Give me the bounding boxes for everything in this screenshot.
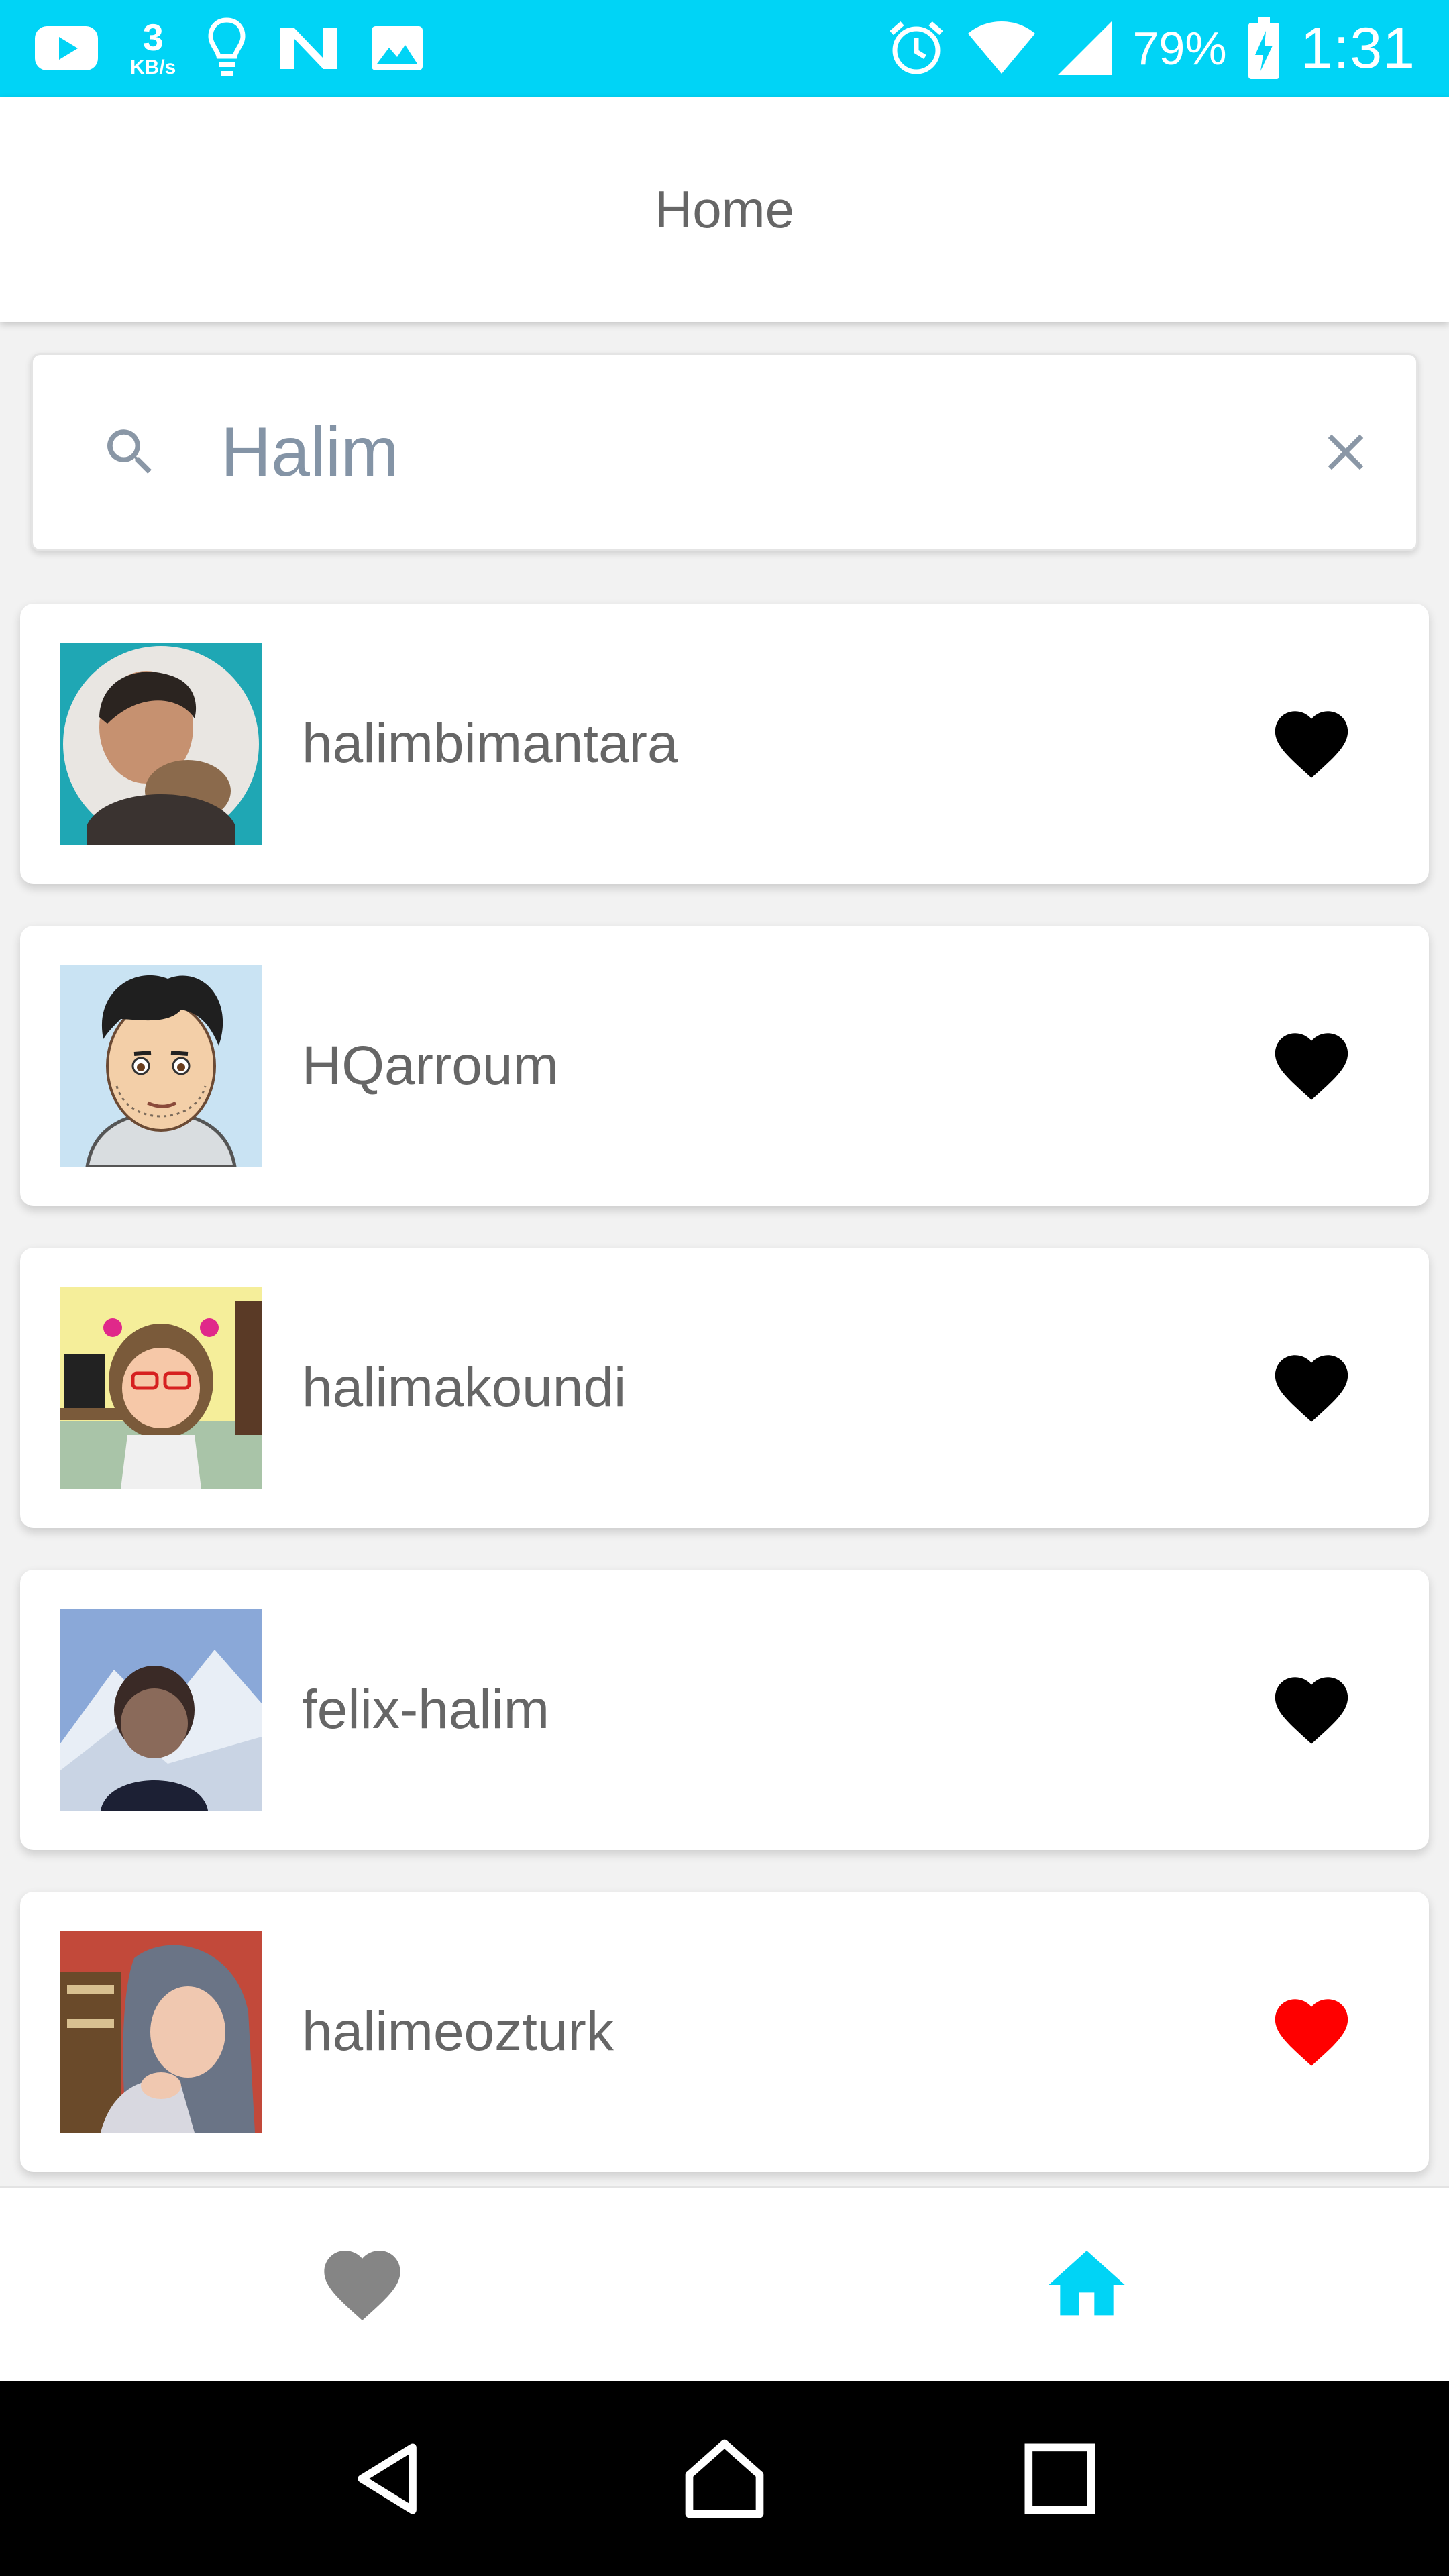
- favorite-button[interactable]: [1268, 1666, 1355, 1754]
- lightbulb-icon: [207, 16, 247, 80]
- n-app-icon: [278, 25, 339, 72]
- search-icon: [107, 429, 152, 474]
- heart-icon: [1275, 1355, 1348, 1422]
- search-input[interactable]: [221, 412, 1316, 492]
- list-item[interactable]: halimeozturk: [20, 1892, 1429, 2172]
- status-right: 79% 1:31: [886, 15, 1416, 82]
- heart-icon: [1275, 711, 1348, 778]
- system-back-button[interactable]: [342, 2432, 436, 2526]
- avatar: [60, 643, 262, 845]
- user-list: halimbimantara HQarroum halimakoundi fel…: [20, 604, 1429, 2214]
- heart-icon: [1275, 1677, 1348, 1744]
- list-item[interactable]: felix-halim: [20, 1570, 1429, 1850]
- avatar: [60, 965, 262, 1167]
- favorite-button[interactable]: [1268, 1344, 1355, 1432]
- network-speed-value: 3: [142, 16, 164, 58]
- username: felix-halim: [302, 1679, 550, 1740]
- favorite-button[interactable]: [1268, 700, 1355, 788]
- home-icon: [1049, 2250, 1125, 2315]
- favorite-button[interactable]: [1268, 1022, 1355, 1110]
- list-item[interactable]: HQarroum: [20, 926, 1429, 1206]
- home-icon: [685, 2439, 764, 2518]
- system-recents-button[interactable]: [1013, 2432, 1107, 2526]
- bottom-navigation: [0, 2186, 1449, 2381]
- clear-icon[interactable]: [1316, 422, 1376, 482]
- avatar: [60, 1609, 262, 1811]
- nav-home[interactable]: [724, 2188, 1449, 2381]
- username: HQarroum: [302, 1035, 559, 1096]
- username: halimakoundi: [302, 1357, 627, 1418]
- battery-charging-icon: [1247, 16, 1281, 80]
- network-speed: 3 KB/s: [130, 19, 176, 78]
- list-item[interactable]: halimakoundi: [20, 1248, 1429, 1528]
- recents-icon: [1024, 2443, 1095, 2514]
- favorite-button[interactable]: [1268, 1988, 1355, 2076]
- nav-favorites[interactable]: [0, 2188, 724, 2381]
- clock: 1:31: [1300, 15, 1415, 80]
- system-home-button[interactable]: [678, 2432, 771, 2526]
- app-bar: Home: [0, 97, 1449, 322]
- heart-icon: [1275, 1033, 1348, 1100]
- avatar: [60, 1287, 262, 1489]
- username: halimbimantara: [302, 713, 678, 774]
- system-navigation: [0, 2381, 1449, 2576]
- image-icon: [370, 25, 424, 72]
- battery-percent: 79%: [1132, 22, 1227, 74]
- youtube-icon: [34, 25, 99, 72]
- list-item[interactable]: halimbimantara: [20, 604, 1429, 884]
- username: halimeozturk: [302, 2001, 614, 2062]
- search-bar[interactable]: [31, 353, 1418, 551]
- avatar: [60, 1931, 262, 2133]
- heart-icon: [324, 2250, 400, 2320]
- status-bar: 3 KB/s 79% 1:31: [0, 0, 1449, 97]
- wifi-icon: [967, 20, 1036, 76]
- status-left: 3 KB/s: [34, 16, 424, 80]
- back-icon: [358, 2443, 417, 2514]
- alarm-icon: [886, 18, 947, 78]
- signal-icon: [1057, 20, 1113, 76]
- page-title: Home: [654, 179, 795, 239]
- network-speed-unit: KB/s: [130, 56, 176, 78]
- heart-icon: [1275, 1999, 1348, 2066]
